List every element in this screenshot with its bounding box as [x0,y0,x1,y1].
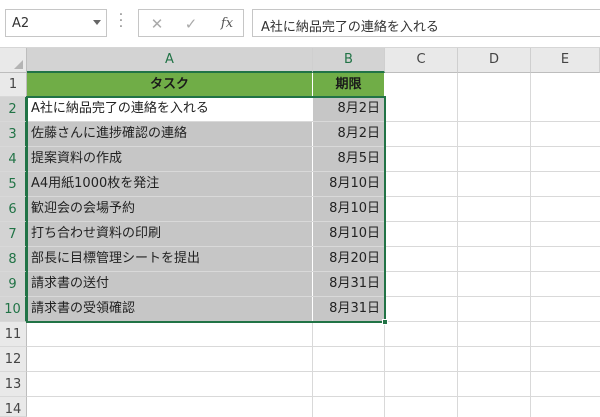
cell-b8[interactable]: 8月20日 [313,247,385,272]
column-header-e[interactable]: E [531,48,600,73]
cell-b3[interactable]: 8月2日 [313,122,385,147]
insert-function-icon[interactable]: fx [217,14,237,34]
row-header-3[interactable]: 3 [0,122,27,147]
row-header-4[interactable]: 4 [0,147,27,172]
cell-b10[interactable]: 8月31日 [313,297,385,322]
cell-b4[interactable]: 8月5日 [313,147,385,172]
row-header-2[interactable]: 2 [0,97,27,122]
row-header-7[interactable]: 7 [0,222,27,247]
select-all-icon [14,60,23,69]
name-box[interactable]: A2 [5,9,107,37]
row-header-9[interactable]: 9 [0,272,27,297]
cell-a3[interactable]: 佐藤さんに進捗確認の連絡 [27,122,313,147]
row-header-6[interactable]: 6 [0,197,27,222]
row-header-14[interactable]: 14 [0,397,27,417]
column-e-cells[interactable] [531,73,600,417]
column-a-empty-cells[interactable] [27,322,313,417]
cell-b9[interactable]: 8月31日 [313,272,385,297]
formula-input[interactable]: A社に納品完了の連絡を入れる [252,9,600,37]
name-box-value: A2 [12,16,30,31]
row-header-5[interactable]: 5 [0,172,27,197]
column-header-c[interactable]: C [385,48,458,73]
formula-bar-grip-icon[interactable]: · · · [118,8,124,34]
formula-input-value: A社に納品完了の連絡を入れる [261,20,439,35]
row-header-10[interactable]: 10 [0,297,27,322]
formula-bar-buttons: ✕ ✓ fx [138,9,244,37]
cell-a6[interactable]: 歓迎会の会場予約 [27,197,313,222]
row-header-8[interactable]: 8 [0,247,27,272]
row-header-11[interactable]: 11 [0,322,27,347]
cell-b2[interactable]: 8月2日 [313,97,385,122]
column-header-a[interactable]: A [27,48,313,73]
column-d-cells[interactable] [458,73,531,417]
formula-bar: A2 · · · ✕ ✓ fx A社に納品完了の連絡を入れる [0,0,600,48]
column-header-d[interactable]: D [458,48,531,73]
cell-b7[interactable]: 8月10日 [313,222,385,247]
column-c-cells[interactable] [385,73,458,417]
cell-a7[interactable]: 打ち合わせ資料の印刷 [27,222,313,247]
row-header-1[interactable]: 1 [0,73,27,97]
row-header-13[interactable]: 13 [0,372,27,397]
column-header-b[interactable]: B [313,48,385,73]
row-header-12[interactable]: 12 [0,347,27,372]
enter-icon[interactable]: ✓ [181,14,201,34]
cell-b5[interactable]: 8月10日 [313,172,385,197]
name-box-dropdown-icon[interactable] [93,20,101,25]
cell-a2[interactable]: A社に納品完了の連絡を入れる [27,97,313,122]
fill-handle[interactable] [382,319,388,325]
select-all-button[interactable] [0,48,27,73]
worksheet-grid: A B C D E 1 2 3 4 5 6 7 8 9 10 11 12 13 … [0,48,600,417]
cell-b6[interactable]: 8月10日 [313,197,385,222]
column-b-empty-cells[interactable] [313,322,385,417]
cell-a9[interactable]: 請求書の送付 [27,272,313,297]
cell-a8[interactable]: 部長に目標管理シートを提出 [27,247,313,272]
cancel-icon[interactable]: ✕ [147,14,167,34]
header-cell-task[interactable]: タスク [27,73,313,97]
cell-a4[interactable]: 提案資料の作成 [27,147,313,172]
header-cell-deadline[interactable]: 期限 [313,73,385,97]
cell-a5[interactable]: A4用紙1000枚を発注 [27,172,313,197]
cell-a10[interactable]: 請求書の受領確認 [27,297,313,322]
